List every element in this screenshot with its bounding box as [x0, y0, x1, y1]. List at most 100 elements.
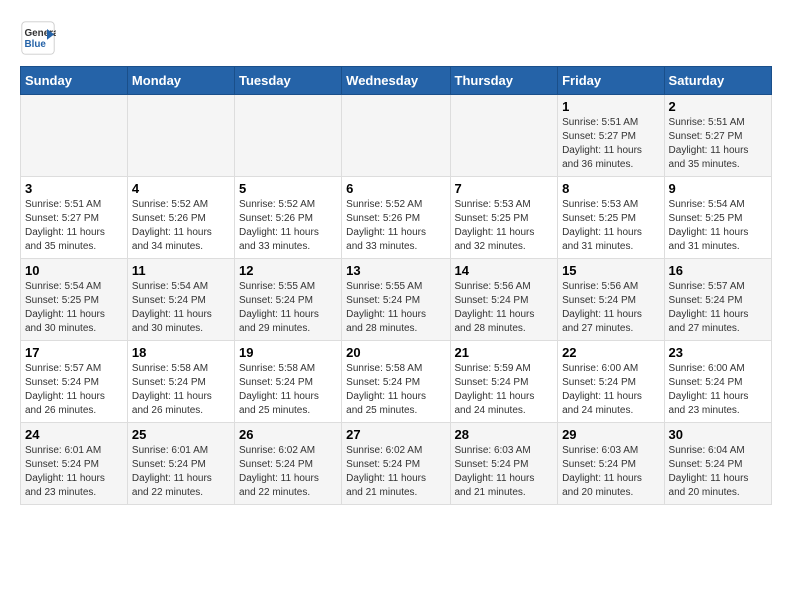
day-info: Sunrise: 6:02 AM Sunset: 5:24 PM Dayligh…	[239, 444, 337, 500]
day-number: 17	[25, 345, 123, 360]
day-number: 11	[132, 263, 230, 278]
weekday-header-monday: Monday	[127, 67, 234, 95]
day-cell: 2Sunrise: 5:51 AM Sunset: 5:27 PM Daylig…	[664, 95, 771, 177]
day-number: 20	[346, 345, 445, 360]
day-cell: 20Sunrise: 5:58 AM Sunset: 5:24 PM Dayli…	[342, 341, 450, 423]
day-cell: 12 Sunrise: 5:55 AM Sunset: 5:24 PM Dayli…	[234, 259, 341, 341]
day-number: 21	[455, 345, 554, 360]
day-cell: 29 Sunrise: 6:03 AM Sunset: 5:24 PM Dayli…	[558, 423, 664, 505]
day-cell: 17 Sunrise: 5:57 AM Sunset: 5:24 PM Dayli…	[21, 341, 128, 423]
day-cell: 10 Sunrise: 5:54 AM Sunset: 5:25 PM Dayli…	[21, 259, 128, 341]
day-cell: 30 Sunrise: 6:04 AM Sunset: 5:24 PM Dayli…	[664, 423, 771, 505]
day-number: 16	[669, 263, 767, 278]
day-info: Sunrise: 5:58 AM Sunset: 5:24 PM Dayligh…	[239, 362, 337, 418]
day-cell: 27 Sunrise: 6:02 AM Sunset: 5:24 PM Dayli…	[342, 423, 450, 505]
weekday-header-friday: Friday	[558, 67, 664, 95]
weekday-header-thursday: Thursday	[450, 67, 558, 95]
day-cell: 22 Sunrise: 6:00 AM Sunset: 5:24 PM Dayli…	[558, 341, 664, 423]
day-info: Sunrise: 5:55 AM Sunset: 5:24 PM Dayligh…	[346, 280, 445, 336]
day-number: 30	[669, 427, 767, 442]
day-cell	[342, 95, 450, 177]
day-number: 9	[669, 181, 767, 196]
day-info: Sunrise: 5:59 AM Sunset: 5:24 PM Dayligh…	[455, 362, 554, 418]
day-number: 28	[455, 427, 554, 442]
day-cell: 9 Sunrise: 5:54 AM Sunset: 5:25 PM Daylig…	[664, 177, 771, 259]
day-info: Sunrise: 6:04 AM Sunset: 5:24 PM Dayligh…	[669, 444, 767, 500]
day-cell: 28 Sunrise: 6:03 AM Sunset: 5:24 PM Dayli…	[450, 423, 558, 505]
day-info: Sunrise: 5:53 AM Sunset: 5:25 PM Dayligh…	[562, 198, 659, 254]
week-row-2: 3Sunrise: 5:51 AM Sunset: 5:27 PM Daylig…	[21, 177, 772, 259]
day-number: 5	[239, 181, 337, 196]
day-cell: 25Sunrise: 6:01 AM Sunset: 5:24 PM Dayli…	[127, 423, 234, 505]
day-info: Sunrise: 6:00 AM Sunset: 5:24 PM Dayligh…	[669, 362, 767, 418]
day-number: 23	[669, 345, 767, 360]
day-info: Sunrise: 5:57 AM Sunset: 5:24 PM Dayligh…	[25, 362, 123, 418]
header: General Blue	[20, 20, 772, 56]
day-number: 2	[669, 99, 767, 114]
day-cell: 14Sunrise: 5:56 AM Sunset: 5:24 PM Dayli…	[450, 259, 558, 341]
day-number: 24	[25, 427, 123, 442]
day-cell: 7 Sunrise: 5:53 AM Sunset: 5:25 PM Daylig…	[450, 177, 558, 259]
day-number: 29	[562, 427, 659, 442]
day-info: Sunrise: 6:03 AM Sunset: 5:24 PM Dayligh…	[562, 444, 659, 500]
day-number: 19	[239, 345, 337, 360]
day-cell	[234, 95, 341, 177]
day-info: Sunrise: 5:52 AM Sunset: 5:26 PM Dayligh…	[346, 198, 445, 254]
week-row-3: 10 Sunrise: 5:54 AM Sunset: 5:25 PM Dayli…	[21, 259, 772, 341]
day-info: Sunrise: 5:54 AM Sunset: 5:24 PM Dayligh…	[132, 280, 230, 336]
day-cell: 3Sunrise: 5:51 AM Sunset: 5:27 PM Daylig…	[21, 177, 128, 259]
weekday-header-sunday: Sunday	[21, 67, 128, 95]
day-cell	[21, 95, 128, 177]
day-number: 13	[346, 263, 445, 278]
day-cell: 6 Sunrise: 5:52 AM Sunset: 5:26 PM Daylig…	[342, 177, 450, 259]
day-cell: 4Sunrise: 5:52 AM Sunset: 5:26 PM Daylig…	[127, 177, 234, 259]
svg-text:Blue: Blue	[25, 39, 47, 50]
day-cell: 1 Sunrise: 5:51 AM Sunset: 5:27 PM Daylig…	[558, 95, 664, 177]
day-cell: 23 Sunrise: 6:00 AM Sunset: 5:24 PM Dayli…	[664, 341, 771, 423]
weekday-header-saturday: Saturday	[664, 67, 771, 95]
day-number: 18	[132, 345, 230, 360]
day-number: 25	[132, 427, 230, 442]
day-info: Sunrise: 5:56 AM Sunset: 5:24 PM Dayligh…	[562, 280, 659, 336]
day-info: Sunrise: 5:52 AM Sunset: 5:26 PM Dayligh…	[132, 198, 230, 254]
day-number: 6	[346, 181, 445, 196]
day-number: 22	[562, 345, 659, 360]
day-cell: 26 Sunrise: 6:02 AM Sunset: 5:24 PM Dayli…	[234, 423, 341, 505]
day-info: Sunrise: 5:51 AM Sunset: 5:27 PM Dayligh…	[562, 116, 659, 172]
day-info: Sunrise: 5:52 AM Sunset: 5:26 PM Dayligh…	[239, 198, 337, 254]
day-cell: 5 Sunrise: 5:52 AM Sunset: 5:26 PM Daylig…	[234, 177, 341, 259]
day-cell: 11 Sunrise: 5:54 AM Sunset: 5:24 PM Dayli…	[127, 259, 234, 341]
day-cell: 15Sunrise: 5:56 AM Sunset: 5:24 PM Dayli…	[558, 259, 664, 341]
day-cell	[127, 95, 234, 177]
week-row-1: 1 Sunrise: 5:51 AM Sunset: 5:27 PM Daylig…	[21, 95, 772, 177]
day-cell: 13 Sunrise: 5:55 AM Sunset: 5:24 PM Dayli…	[342, 259, 450, 341]
day-number: 8	[562, 181, 659, 196]
calendar-table: SundayMondayTuesdayWednesdayThursdayFrid…	[20, 66, 772, 505]
day-info: Sunrise: 6:00 AM Sunset: 5:24 PM Dayligh…	[562, 362, 659, 418]
day-number: 7	[455, 181, 554, 196]
day-number: 27	[346, 427, 445, 442]
day-number: 12	[239, 263, 337, 278]
week-row-5: 24 Sunrise: 6:01 AM Sunset: 5:24 PM Dayli…	[21, 423, 772, 505]
day-number: 1	[562, 99, 659, 114]
day-info: Sunrise: 5:57 AM Sunset: 5:24 PM Dayligh…	[669, 280, 767, 336]
day-cell: 8 Sunrise: 5:53 AM Sunset: 5:25 PM Daylig…	[558, 177, 664, 259]
weekday-header-row: SundayMondayTuesdayWednesdayThursdayFrid…	[21, 67, 772, 95]
day-info: Sunrise: 6:01 AM Sunset: 5:24 PM Dayligh…	[25, 444, 123, 500]
day-number: 14	[455, 263, 554, 278]
day-info: Sunrise: 5:54 AM Sunset: 5:25 PM Dayligh…	[669, 198, 767, 254]
day-number: 26	[239, 427, 337, 442]
day-number: 10	[25, 263, 123, 278]
day-info: Sunrise: 5:53 AM Sunset: 5:25 PM Dayligh…	[455, 198, 554, 254]
day-info: Sunrise: 5:54 AM Sunset: 5:25 PM Dayligh…	[25, 280, 123, 336]
day-cell: 16 Sunrise: 5:57 AM Sunset: 5:24 PM Dayli…	[664, 259, 771, 341]
weekday-header-wednesday: Wednesday	[342, 67, 450, 95]
day-cell: 19 Sunrise: 5:58 AM Sunset: 5:24 PM Dayli…	[234, 341, 341, 423]
week-row-4: 17 Sunrise: 5:57 AM Sunset: 5:24 PM Dayli…	[21, 341, 772, 423]
day-info: Sunrise: 5:58 AM Sunset: 5:24 PM Dayligh…	[132, 362, 230, 418]
day-info: Sunrise: 6:03 AM Sunset: 5:24 PM Dayligh…	[455, 444, 554, 500]
day-info: Sunrise: 5:55 AM Sunset: 5:24 PM Dayligh…	[239, 280, 337, 336]
day-info: Sunrise: 6:02 AM Sunset: 5:24 PM Dayligh…	[346, 444, 445, 500]
weekday-header-tuesday: Tuesday	[234, 67, 341, 95]
logo-icon: General Blue	[20, 20, 56, 56]
